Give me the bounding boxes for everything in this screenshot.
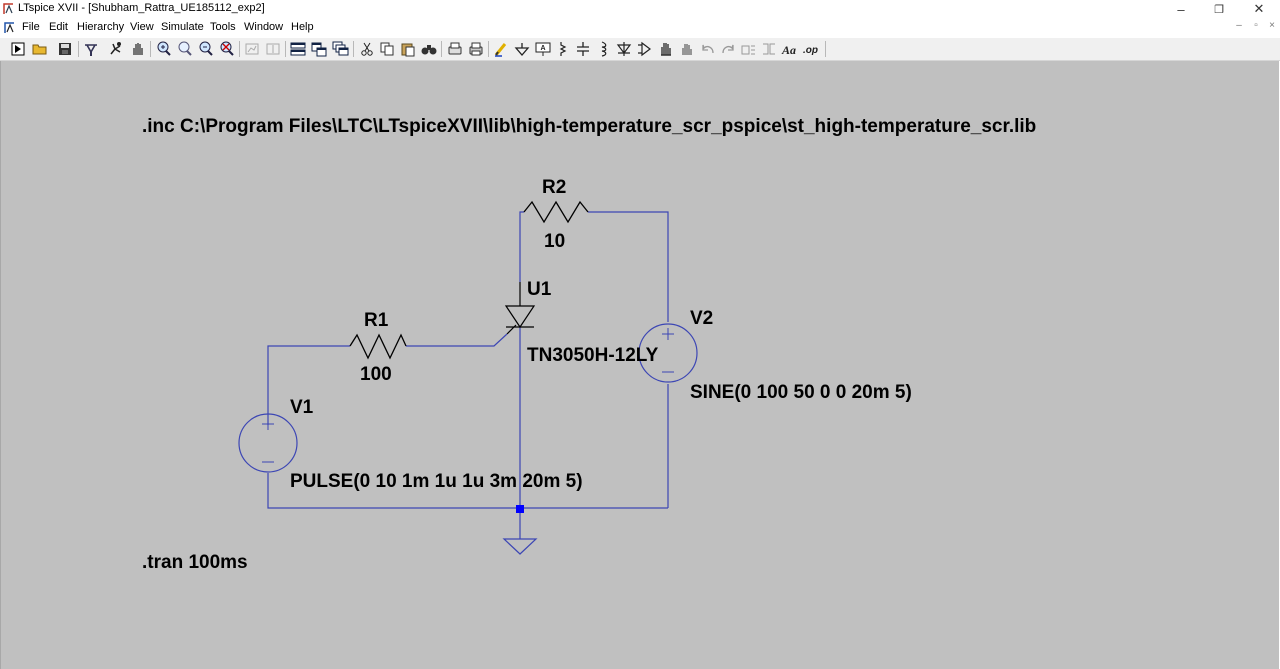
wire[interactable] <box>519 211 524 282</box>
v2-name-label[interactable]: V2 <box>690 308 713 329</box>
print-icon[interactable] <box>467 40 485 58</box>
u1-value-label[interactable]: TN3050H-12LY <box>527 345 659 366</box>
menu-window[interactable]: Window <box>244 21 283 33</box>
cascade-icon[interactable] <box>331 40 349 58</box>
r1-value-label[interactable]: 100 <box>360 364 392 385</box>
document-system-menu-icon[interactable] <box>4 21 16 34</box>
wire[interactable] <box>588 211 669 322</box>
close-icon: ✕ <box>1253 1 1265 16</box>
mirror-icon[interactable] <box>760 40 778 58</box>
tile-horizontal-icon[interactable] <box>289 40 307 58</box>
resistor-r1[interactable] <box>349 333 407 360</box>
toolbar-separator <box>285 41 286 57</box>
find-icon[interactable] <box>420 40 438 58</box>
print-setup-icon[interactable] <box>446 40 464 58</box>
toolbar-separator <box>78 41 79 57</box>
zoom-in-icon[interactable] <box>155 40 173 58</box>
toolbar-separator <box>150 41 151 57</box>
wire-icon[interactable] <box>492 40 510 58</box>
junction-dot <box>516 505 524 513</box>
menu-file[interactable]: File <box>22 21 40 33</box>
menu-help[interactable]: Help <box>291 21 314 33</box>
r1-name-label[interactable]: R1 <box>364 310 389 331</box>
control-panel-icon[interactable] <box>82 40 100 58</box>
resistor-icon[interactable] <box>555 40 573 58</box>
tile-vertical-icon[interactable] <box>310 40 328 58</box>
label-net-icon[interactable]: A <box>534 40 552 58</box>
toolbar: A Aa .op <box>0 38 1280 61</box>
svg-text:A: A <box>540 45 545 52</box>
drag-icon[interactable] <box>678 40 696 58</box>
open-icon[interactable] <box>31 40 49 58</box>
toolbar-separator <box>825 41 826 57</box>
paste-icon[interactable] <box>399 40 417 58</box>
toolbar-separator <box>353 41 354 57</box>
v2-value-label[interactable]: SINE(0 100 50 0 0 20m 5) <box>690 382 912 403</box>
ground-symbol[interactable] <box>502 538 538 555</box>
minimize-icon: – <box>1177 1 1185 17</box>
zoom-fit-icon[interactable] <box>218 40 236 58</box>
menu-tools[interactable]: Tools <box>210 21 236 33</box>
toolbar-separator <box>239 41 240 57</box>
mdi-restore-button[interactable]: ▫ <box>1248 20 1264 31</box>
cut-icon[interactable] <box>358 40 376 58</box>
menu-view[interactable]: View <box>130 21 154 33</box>
window-title: LTspice XVII - [Shubham_Rattra_UE185112_… <box>18 2 265 14</box>
v1-value-label[interactable]: PULSE(0 10 1m 1u 1u 3m 20m 5) <box>290 471 583 492</box>
toolbar-separator <box>441 41 442 57</box>
component-icon[interactable] <box>636 40 654 58</box>
include-directive[interactable]: .inc C:\Program Files\LTC\LTspiceXVII\li… <box>142 116 1036 137</box>
restore-icon: ❐ <box>1214 3 1224 16</box>
v1-name-label[interactable]: V1 <box>290 397 314 418</box>
restore-button[interactable]: ❐ <box>1200 0 1238 18</box>
svg-text:Aa: Aa <box>781 43 796 57</box>
title-bar: LTspice XVII - [Shubham_Rattra_UE185112_… <box>0 0 1280 18</box>
menu-simulate[interactable]: Simulate <box>161 21 204 33</box>
run-icon[interactable] <box>9 40 27 58</box>
menu-bar: File Edit Hierarchy View Simulate Tools … <box>0 18 1280 38</box>
svg-text:.op: .op <box>803 45 818 56</box>
r2-value-label[interactable]: 10 <box>544 231 565 252</box>
diode-icon[interactable] <box>615 40 633 58</box>
zoom-out-icon[interactable] <box>197 40 215 58</box>
ltspice-logo-icon <box>3 3 13 14</box>
mdi-close-button[interactable]: × <box>1264 20 1280 31</box>
zoom-area-icon[interactable] <box>176 40 194 58</box>
voltage-source-v1[interactable] <box>238 413 298 473</box>
ground-icon[interactable] <box>513 40 531 58</box>
tran-directive[interactable]: .tran 100ms <box>142 552 248 573</box>
schematic-canvas[interactable]: .inc C:\Program Files\LTC\LTspiceXVII\li… <box>0 61 1279 669</box>
save-icon[interactable] <box>56 40 74 58</box>
redo-icon[interactable] <box>719 40 737 58</box>
halt-icon[interactable] <box>107 40 125 58</box>
wire[interactable] <box>406 333 508 347</box>
autoscale-icon[interactable] <box>243 40 261 58</box>
u1-name-label[interactable]: U1 <box>527 279 552 300</box>
resistor-r2[interactable] <box>523 200 589 224</box>
schematic-drawing: .inc C:\Program Files\LTC\LTspiceXVII\li… <box>142 116 1036 573</box>
rotate-icon[interactable] <box>740 40 758 58</box>
r2-name-label[interactable]: R2 <box>542 177 566 198</box>
move-icon[interactable] <box>657 40 675 58</box>
text-icon[interactable]: Aa <box>781 40 799 58</box>
spice-directive-icon[interactable]: .op <box>802 40 820 58</box>
capacitor-icon[interactable] <box>574 40 592 58</box>
mdi-minimize-button[interactable]: – <box>1231 20 1247 31</box>
inductor-icon[interactable] <box>594 40 612 58</box>
minimize-button[interactable]: – <box>1162 0 1200 18</box>
menu-hierarchy[interactable]: Hierarchy <box>77 21 124 33</box>
undo-icon[interactable] <box>699 40 717 58</box>
close-button[interactable]: ✕ <box>1240 0 1278 18</box>
vertical-autorange-icon[interactable] <box>264 40 282 58</box>
toolbar-separator <box>488 41 489 57</box>
menu-edit[interactable]: Edit <box>49 21 68 33</box>
pan-icon[interactable] <box>129 40 147 58</box>
copy-icon[interactable] <box>378 40 396 58</box>
